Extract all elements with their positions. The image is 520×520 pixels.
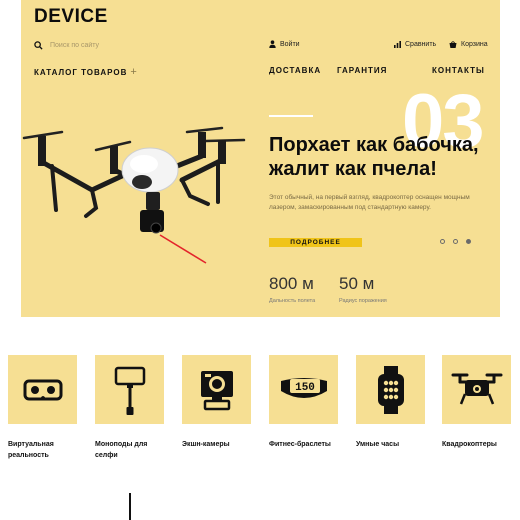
- quadcopter-icon: [451, 373, 502, 404]
- slider-dot-1[interactable]: [440, 239, 445, 244]
- login-link[interactable]: Войти: [269, 38, 300, 50]
- cart-icon: [449, 40, 457, 48]
- hero-description: Этот обычный, на первый взгляд, квадроко…: [269, 194, 470, 211]
- login-label: Войти: [280, 40, 300, 48]
- nav-catalog[interactable]: КАТАЛОГ ТОВАРОВ +: [34, 66, 138, 78]
- category-fitness-tile[interactable]: 150: [269, 355, 338, 424]
- fitness-band-display: 150: [295, 382, 315, 394]
- category-monopod-tile[interactable]: [95, 355, 164, 424]
- stat-radius: 50 м Радиус поражения: [339, 274, 387, 304]
- stat-range-value: 800 м: [269, 274, 314, 293]
- category-fitness[interactable]: 150 Фитнес-браслеты: [269, 355, 338, 450]
- slider-dots: [440, 239, 471, 244]
- category-vr[interactable]: Виртуальная реальность: [8, 355, 77, 461]
- nav-warranty[interactable]: ГАРАНТИЯ: [337, 66, 387, 75]
- category-smartwatch-label: Умные часы: [356, 441, 400, 448]
- nav-delivery[interactable]: ДОСТАВКА: [269, 66, 321, 75]
- user-icon: [269, 40, 276, 48]
- smartwatch-icon: [377, 365, 404, 414]
- category-monopod-label: Моноподы для селфи: [95, 441, 148, 459]
- action-camera-icon: [200, 370, 233, 410]
- category-vr-label: Виртуальная реальность: [8, 441, 54, 459]
- vr-headset-icon: [23, 379, 62, 400]
- section-divider: [129, 493, 131, 520]
- search-input[interactable]: [50, 41, 170, 49]
- category-fitness-label: Фитнес-браслеты: [269, 441, 331, 448]
- more-button[interactable]: ПОДРОБНЕЕ: [269, 238, 362, 247]
- stat-radius-label: Радиус поражения: [339, 298, 387, 304]
- stat-range: 800 м Дальность полета: [269, 274, 315, 304]
- compare-label: Сравнить: [405, 40, 437, 48]
- category-vr-tile[interactable]: [8, 355, 77, 424]
- compare-link[interactable]: Сравнить: [394, 38, 436, 50]
- cart-label: Корзина: [461, 40, 488, 48]
- stat-range-label: Дальность полета: [269, 298, 316, 304]
- category-quadcopter-tile[interactable]: [442, 355, 511, 424]
- category-smartwatch-tile[interactable]: [356, 355, 425, 424]
- category-action-cam[interactable]: Экшн-камеры: [182, 355, 251, 450]
- search-icon: [34, 40, 43, 50]
- nav-catalog-label: КАТАЛОГ ТОВАРОВ: [34, 68, 128, 77]
- drone-image: [22, 126, 246, 264]
- compare-icon: [394, 40, 401, 48]
- search-bar[interactable]: [34, 38, 184, 52]
- selfie-stick-icon: [114, 366, 145, 415]
- stat-radius-value: 50 м: [339, 274, 375, 293]
- cart-link[interactable]: Корзина: [449, 38, 488, 50]
- fitness-band-icon: 150: [280, 377, 327, 398]
- plus-icon: +: [130, 66, 138, 78]
- category-action-cam-tile[interactable]: [182, 355, 251, 424]
- category-quadcopter-label: Квадрокоптеры: [442, 441, 497, 448]
- slider-dot-3[interactable]: [466, 239, 471, 244]
- category-action-cam-label: Экшн-камеры: [182, 441, 230, 448]
- slider-dot-2[interactable]: [453, 239, 458, 244]
- nav-contacts[interactable]: КОНТАКТЫ: [432, 66, 485, 75]
- category-monopod[interactable]: Моноподы для селфи: [95, 355, 164, 461]
- category-quadcopter[interactable]: Квадрокоптеры: [442, 355, 511, 450]
- hero-title: Порхает как бабочка, жалит как пчела!: [269, 134, 479, 180]
- hero-divider: [269, 115, 313, 117]
- logo[interactable]: DEVICE: [34, 6, 108, 28]
- category-smartwatch[interactable]: Умные часы: [356, 355, 425, 450]
